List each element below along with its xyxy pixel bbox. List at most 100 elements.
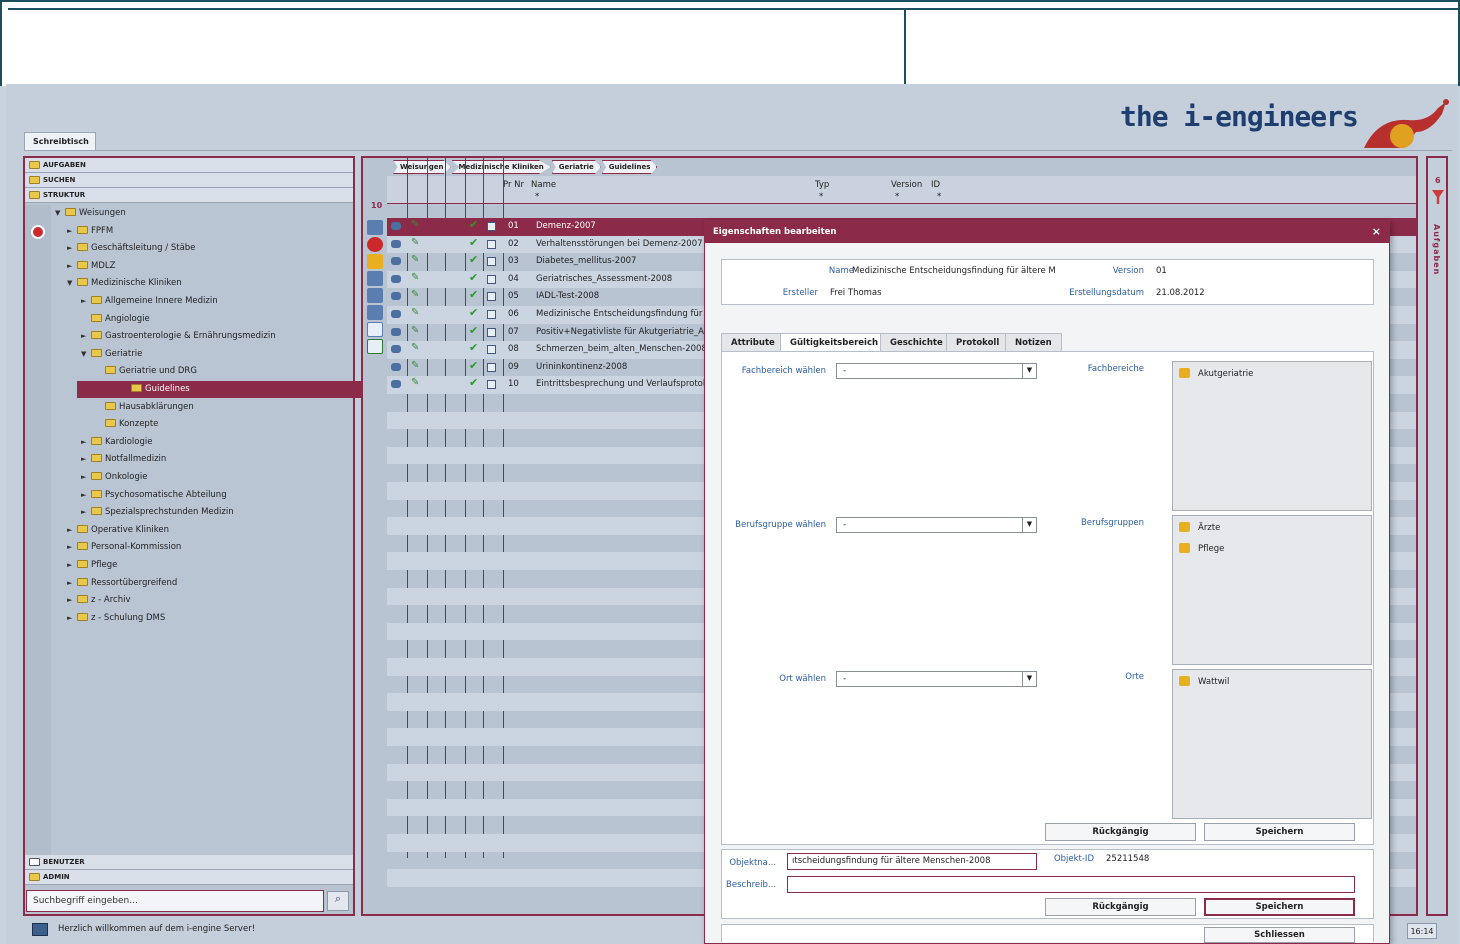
tree-item[interactable]: ▼ Medizinische Kliniken: [51, 275, 182, 292]
tab-geschichte[interactable]: Geschichte: [880, 333, 953, 352]
column-id[interactable]: ID: [931, 180, 940, 190]
expand-arrow-icon[interactable]: ►: [67, 579, 77, 587]
tree-item[interactable]: ► Geschäftsleitung / Stäbe: [51, 240, 195, 257]
tree-item[interactable]: ► Spezialsprechstunden Medizin: [51, 504, 234, 521]
view-icon[interactable]: [391, 274, 401, 283]
filter-id[interactable]: *: [937, 192, 941, 202]
tree-item[interactable]: ► Kardiologie: [51, 434, 153, 451]
expand-arrow-icon[interactable]: ▼: [55, 209, 65, 217]
tab-attribute[interactable]: Attribute: [721, 333, 785, 352]
list-item[interactable]: Akutgeriatrie: [1179, 368, 1253, 379]
view-icon[interactable]: [391, 292, 401, 301]
tree-item[interactable]: ► Operative Kliniken: [51, 522, 169, 539]
list-item[interactable]: Ärzte: [1179, 522, 1220, 533]
tree-item[interactable]: ► Pflege: [51, 557, 117, 574]
breadcrumb-item[interactable]: Guidelines: [601, 160, 658, 174]
tree-item[interactable]: ► Personal-Kommission: [51, 539, 181, 556]
accordion-benutzer[interactable]: BENUTZER: [25, 855, 353, 870]
accordion-suchen[interactable]: SUCHEN: [25, 173, 353, 188]
expand-arrow-icon[interactable]: ►: [81, 473, 91, 481]
expand-arrow-icon[interactable]: ►: [67, 262, 77, 270]
undo-button[interactable]: Rückgängig: [1045, 823, 1196, 841]
filter-icon[interactable]: [1432, 190, 1444, 204]
refresh-icon[interactable]: [367, 237, 383, 252]
expand-arrow-icon[interactable]: ►: [81, 332, 91, 340]
ort-list[interactable]: Wattwil: [1172, 669, 1372, 819]
expand-arrow-icon[interactable]: ▼: [81, 350, 91, 358]
fach-list[interactable]: Akutgeriatrie: [1172, 361, 1372, 511]
tree-item[interactable]: Guidelines: [77, 381, 379, 398]
edit-icon[interactable]: ✎: [411, 307, 419, 318]
view-icon[interactable]: [391, 257, 401, 266]
tree-item[interactable]: ▼ Geriatrie: [51, 346, 142, 363]
edit-icon[interactable]: ✎: [411, 360, 419, 371]
close-button[interactable]: Schliessen: [1204, 927, 1355, 943]
tree-item[interactable]: ► Onkologie: [51, 469, 147, 486]
delete-icon[interactable]: [367, 305, 383, 320]
column-name[interactable]: Name: [531, 180, 556, 190]
breadcrumb-item[interactable]: Weisungen: [393, 160, 451, 174]
new-document-icon[interactable]: [367, 220, 383, 235]
description-input[interactable]: [787, 876, 1355, 893]
accordion-admin[interactable]: ADMIN: [25, 870, 353, 885]
breadcrumb-item[interactable]: Geriatrie: [551, 160, 601, 174]
view-icon[interactable]: [391, 310, 401, 318]
view-icon[interactable]: [391, 327, 401, 336]
tree-item[interactable]: ► Psychosomatische Abteilung: [51, 487, 227, 504]
ort-select[interactable]: - ▼: [836, 671, 1037, 687]
object-name-input[interactable]: ıtscheidungsfindung für ältere Menschen-…: [787, 853, 1037, 870]
beruf-select[interactable]: - ▼: [836, 517, 1037, 533]
view-icon[interactable]: [391, 239, 401, 248]
column-version[interactable]: Version: [891, 180, 922, 190]
edit-icon[interactable]: ✎: [411, 272, 419, 283]
object-save-button[interactable]: Speichern: [1204, 898, 1355, 916]
edit-icon[interactable]: ✎: [411, 237, 419, 248]
expand-arrow-icon[interactable]: ►: [67, 543, 77, 551]
expand-arrow-icon[interactable]: ►: [81, 455, 91, 463]
tab-protokoll[interactable]: Protokoll: [946, 333, 1010, 352]
expand-arrow-icon[interactable]: ►: [67, 596, 77, 604]
tree-item[interactable]: ► z - Schulung DMS: [51, 610, 165, 627]
view-icon[interactable]: [391, 362, 401, 371]
move-icon[interactable]: [367, 288, 383, 303]
expand-arrow-icon[interactable]: ►: [81, 297, 91, 305]
tree-item[interactable]: ► Gastroenterologie & Ernährungsmedizin: [51, 328, 276, 345]
column-typ[interactable]: Typ: [815, 180, 829, 190]
tree-item[interactable]: ► Notfallmedizin: [51, 451, 166, 468]
expand-arrow-icon[interactable]: ►: [67, 227, 77, 235]
edit-icon[interactable]: ✎: [411, 289, 419, 300]
tree-item[interactable]: ► MDLZ: [51, 258, 115, 275]
edit-icon[interactable]: ✎: [411, 219, 419, 230]
expand-arrow-icon[interactable]: ►: [67, 614, 77, 622]
expand-arrow-icon[interactable]: ►: [81, 508, 91, 516]
tree-item[interactable]: ► FPFM: [51, 223, 113, 240]
edit-icon[interactable]: ✎: [411, 325, 419, 336]
tree-item[interactable]: Konzepte: [51, 416, 158, 433]
expand-arrow-icon[interactable]: ▼: [67, 279, 77, 287]
expand-arrow-icon[interactable]: ►: [81, 491, 91, 499]
column-nr[interactable]: Pr Nr: [503, 180, 524, 190]
breadcrumb-item[interactable]: Medizinische Kliniken: [451, 160, 551, 174]
favorite-icon[interactable]: [367, 254, 383, 269]
tree-item[interactable]: ► Ressortübergreifend: [51, 575, 177, 592]
tab-gueltigkeitsbereich[interactable]: Gültigkeitsbereich: [780, 333, 889, 352]
fach-select[interactable]: - ▼: [836, 363, 1037, 379]
close-icon[interactable]: ×: [1372, 225, 1381, 238]
tree-item[interactable]: Hausabklärungen: [51, 399, 194, 416]
expand-arrow-icon[interactable]: ►: [67, 526, 77, 534]
tree-item[interactable]: Geriatrie und DRG: [51, 363, 197, 380]
view-icon[interactable]: [391, 345, 401, 354]
view-icon[interactable]: [391, 380, 401, 389]
tab-notizen[interactable]: Notizen: [1005, 333, 1062, 352]
view-icon[interactable]: [391, 222, 401, 230]
filter-typ[interactable]: *: [819, 192, 823, 202]
search-input[interactable]: Suchbegriff eingeben...: [26, 890, 324, 912]
search-icon[interactable]: ⌕: [327, 891, 349, 911]
list-item[interactable]: Wattwil: [1179, 676, 1229, 687]
expand-arrow-icon[interactable]: ►: [67, 244, 77, 252]
filter-name[interactable]: *: [535, 192, 539, 202]
tree-item[interactable]: Angiologie: [51, 311, 150, 328]
copy-icon[interactable]: [367, 322, 383, 337]
expand-arrow-icon[interactable]: ►: [67, 561, 77, 569]
edit-icon[interactable]: ✎: [411, 342, 419, 353]
